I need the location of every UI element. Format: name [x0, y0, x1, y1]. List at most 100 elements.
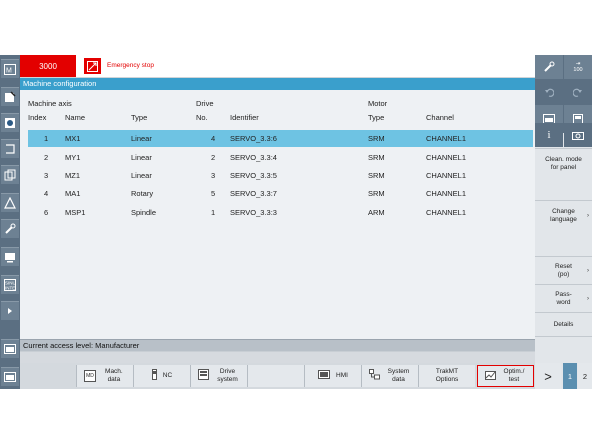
chevron-right-icon: ›: [587, 268, 589, 274]
system-data-icon: [368, 369, 380, 383]
page-2-button[interactable]: 2: [578, 363, 592, 389]
window-icon[interactable]: [1, 339, 19, 358]
table-row[interactable]: 1 MX1 Linear 4 SERVO_3.3:6 SRM CHANNEL1: [28, 130, 533, 147]
program-manager-icon[interactable]: [1, 165, 19, 184]
nc-label: NC: [162, 372, 173, 379]
hmi-softkey[interactable]: HMI: [304, 365, 361, 387]
optim-test-softkey[interactable]: Optim./ test: [477, 365, 534, 387]
status-icon-area: ⇥ 100: [535, 55, 592, 133]
system-data-label: System data: [387, 368, 410, 383]
header-type: Type: [131, 113, 148, 122]
expand-arrow-icon[interactable]: [1, 301, 19, 320]
cell-identifier: SERVO_3.3:7: [230, 189, 277, 198]
program-icon[interactable]: [1, 139, 19, 158]
cell-index: 1: [44, 134, 49, 143]
setup-wrench-icon[interactable]: [1, 219, 19, 238]
cell-identifier: SERVO_3.3:5: [230, 171, 277, 180]
access-level-status: Current access level: Manufacturer: [20, 339, 535, 351]
drive-system-label: Drive system: [217, 368, 238, 383]
cell-type: Linear: [131, 134, 152, 143]
cell-index: 4: [44, 189, 49, 198]
header-identifier: Identifier: [230, 113, 259, 122]
cell-identifier: SERVO_3.3:3: [230, 208, 277, 217]
header-bar: 3000 Emergency stop: [20, 55, 535, 78]
details-button[interactable]: Details: [535, 312, 592, 337]
table-row[interactable]: 4 MA1 Rotary 5 SERVO_3.3:7 SRM CHANNEL1: [28, 185, 533, 202]
parameter-icon[interactable]: [1, 113, 19, 132]
md-icon: MD: [84, 370, 96, 382]
chevron-right-icon: ›: [587, 213, 589, 219]
sinumerik-icon[interactable]: SINU INTE: [1, 275, 19, 294]
cell-motor-type: SRM: [368, 153, 385, 162]
table-row[interactable]: 6 MSP1 Spindle 1 SERVO_3.3:3 ARM CHANNEL…: [28, 204, 533, 221]
redo-icon[interactable]: [564, 80, 592, 104]
drive-system-softkey[interactable]: Drive system: [190, 365, 247, 387]
horizontal-softkey-bar: MD Mach. data NC Drive system HMI System…: [20, 363, 535, 389]
acknowledge-alarm-icon[interactable]: [84, 58, 101, 74]
cell-index: 2: [44, 153, 49, 162]
trakmt-options-softkey[interactable]: TrakMT Options: [418, 365, 475, 387]
cell-name: MX1: [65, 134, 81, 143]
cell-type: Rotary: [131, 189, 154, 198]
alarm-number[interactable]: 3000: [20, 55, 76, 77]
nc-softkey[interactable]: NC: [133, 365, 190, 387]
reset-po-button[interactable]: Reset (po) ›: [535, 256, 592, 285]
left-toolbar: M SINU INTE: [0, 55, 20, 389]
cell-motor-type: SRM: [368, 189, 385, 198]
commissioning-icon[interactable]: [1, 247, 19, 266]
header-name: Name: [65, 113, 86, 122]
table-row[interactable]: 2 MY1 Linear 2 SERVO_3.3:4 SRM CHANNEL1: [28, 149, 533, 166]
cell-drive-no: 5: [211, 189, 216, 198]
program-edit-icon[interactable]: [1, 87, 19, 106]
machine-area-icon[interactable]: M: [1, 59, 19, 78]
header-motor-type: Type: [368, 113, 385, 122]
empty-softkey[interactable]: [247, 365, 304, 387]
cell-name: MY1: [65, 153, 81, 162]
machine-config-table: Machine axis Drive Motor Index Name Type…: [20, 90, 535, 339]
wrench-icon[interactable]: [535, 55, 563, 79]
svg-text:INTE: INTE: [5, 286, 15, 291]
cell-channel: CHANNEL1: [426, 208, 467, 217]
page-1-button[interactable]: 1: [563, 363, 577, 389]
cell-index: 6: [44, 208, 49, 217]
cell-drive-no: 4: [211, 134, 216, 143]
next-page-button[interactable]: >: [535, 363, 561, 389]
undo-icon[interactable]: [535, 80, 563, 104]
mach-data-softkey[interactable]: MD Mach. data: [76, 365, 133, 387]
feed-override-display: ⇥ 100: [564, 55, 592, 79]
camera-icon[interactable]: [564, 123, 592, 147]
cell-drive-no: 3: [211, 171, 216, 180]
system-data-softkey[interactable]: System data: [361, 365, 418, 387]
header-drive: Drive: [196, 99, 214, 108]
header-machine-axis: Machine axis: [28, 99, 72, 108]
cell-type: Linear: [131, 153, 152, 162]
header-index: Index: [28, 113, 47, 122]
password-button[interactable]: Pass-word ›: [535, 284, 592, 313]
chevron-right-icon: ›: [587, 296, 589, 302]
empty-vertical-softkey[interactable]: [535, 336, 592, 364]
change-language-button[interactable]: Change language ›: [535, 200, 592, 231]
cell-channel: CHANNEL1: [426, 171, 467, 180]
svg-text:M: M: [6, 67, 12, 74]
password-label: Pass-word: [555, 291, 572, 306]
diagnostics-icon[interactable]: [1, 193, 19, 212]
trakmt-options-label: TrakMT Options: [435, 368, 459, 383]
clean-mode-label: Clean. mode for panel: [545, 156, 582, 171]
alarm-text: Emergency stop: [107, 62, 154, 69]
clean-mode-button[interactable]: Clean. mode for panel: [535, 148, 592, 179]
change-language-label: Change language: [550, 208, 577, 223]
return-window-icon[interactable]: [1, 367, 19, 386]
hmi-label: HMI: [336, 372, 348, 379]
details-label: Details: [553, 321, 574, 328]
cell-name: MA1: [65, 189, 81, 198]
cell-drive-no: 2: [211, 153, 216, 162]
cell-motor-type: SRM: [368, 134, 385, 143]
override-value: 100: [573, 67, 583, 73]
reset-po-label: Reset (po): [555, 263, 572, 278]
cell-motor-type: SRM: [368, 171, 385, 180]
info-icon[interactable]: i: [535, 123, 563, 147]
cell-type: Linear: [131, 171, 152, 180]
cell-name: MSP1: [65, 208, 86, 217]
cell-index: 3: [44, 171, 49, 180]
table-row[interactable]: 3 MZ1 Linear 3 SERVO_3.3:5 SRM CHANNEL1: [28, 167, 533, 184]
